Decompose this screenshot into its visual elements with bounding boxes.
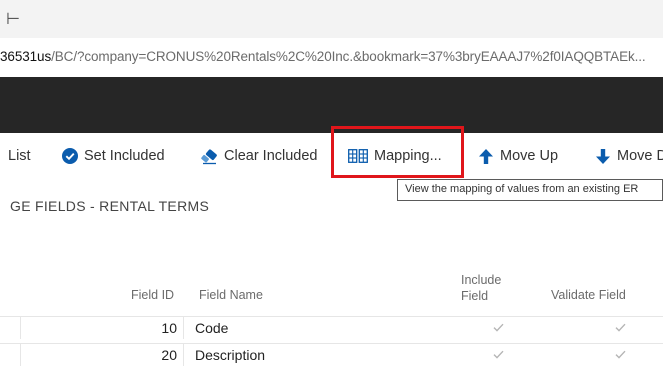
app-header-bar <box>0 77 663 133</box>
checkmark-icon <box>493 350 504 359</box>
move-up-label: Move Up <box>500 148 559 164</box>
row-select-separator <box>20 317 21 339</box>
field-name-cell[interactable]: Code <box>195 320 228 336</box>
list-label: List <box>8 148 31 164</box>
clear-included-button[interactable]: Clear Included <box>200 133 318 179</box>
address-url[interactable]: 36531us/BC/?company=CRONUS%20Rentals%2C%… <box>0 49 646 64</box>
address-bar[interactable]: 36531us/BC/?company=CRONUS%20Rentals%2C%… <box>0 38 663 78</box>
move-down-label: Move Do <box>617 148 663 164</box>
column-header-field-name[interactable]: Field Name <box>199 288 263 302</box>
validate-field-checkbox[interactable] <box>614 321 626 333</box>
move-up-button[interactable]: Move Up <box>478 133 558 179</box>
include-field-checkbox[interactable] <box>492 321 504 333</box>
row-select-separator <box>20 344 21 366</box>
column-header-validate-field[interactable]: Validate Field <box>551 288 626 302</box>
mapping-highlight-box <box>331 126 464 178</box>
move-down-button[interactable]: Move Do <box>595 133 663 179</box>
field-id-cell: 10 <box>161 320 177 336</box>
window-title-glyph: ⊢ <box>6 11 20 28</box>
table-row[interactable]: 20 Description <box>0 343 663 366</box>
browser-title-bar: ⊢ <box>0 0 663 39</box>
arrow-down-icon <box>595 148 611 165</box>
field-id-separator <box>183 317 184 339</box>
validate-field-checkbox[interactable] <box>614 348 626 360</box>
url-path: /BC/?company=CRONUS%20Rentals%2C%20Inc.&… <box>51 49 646 64</box>
checkmark-icon <box>615 323 626 332</box>
checkmark-icon <box>493 323 504 332</box>
eraser-icon <box>200 147 218 165</box>
check-circle-icon <box>62 148 78 164</box>
column-header-include-field[interactable]: Include Field <box>461 272 501 304</box>
column-header-field-id[interactable]: Field ID <box>131 288 174 302</box>
clear-included-label: Clear Included <box>224 148 318 164</box>
set-included-button[interactable]: Set Included <box>62 133 165 179</box>
arrow-up-icon <box>478 148 494 165</box>
include-field-header-line1: Include <box>461 273 502 287</box>
field-id-separator <box>183 344 184 366</box>
url-host: 36531us <box>0 49 52 64</box>
set-included-label: Set Included <box>84 148 165 164</box>
list-action[interactable]: List <box>8 133 31 179</box>
mapping-tooltip: View the mapping of values from an exist… <box>397 179 663 201</box>
include-field-header-line2: Field <box>461 289 489 303</box>
field-name-cell[interactable]: Description <box>195 347 265 363</box>
table-row[interactable]: 10 Code <box>0 316 663 339</box>
section-title: GE FIELDS - RENTAL TERMS <box>10 198 210 214</box>
checkmark-icon <box>615 350 626 359</box>
include-field-checkbox[interactable] <box>492 348 504 360</box>
field-id-cell: 20 <box>161 347 177 363</box>
